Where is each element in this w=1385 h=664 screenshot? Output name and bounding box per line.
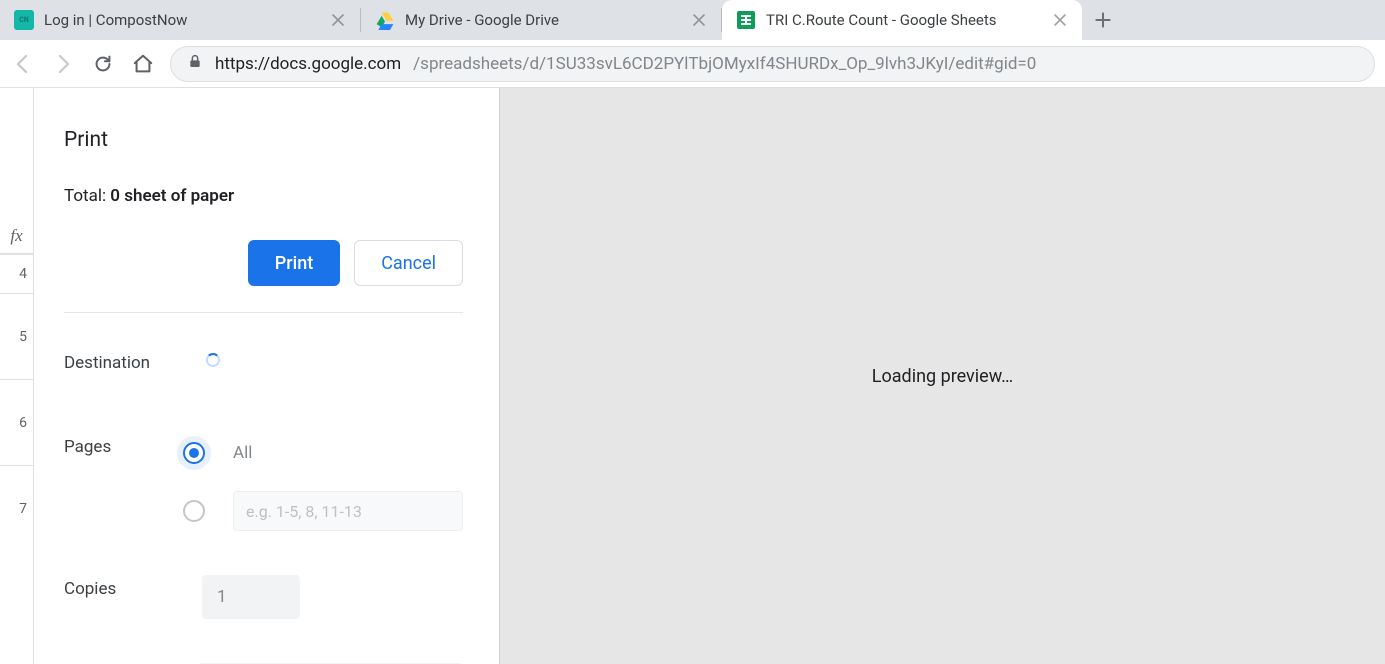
close-icon[interactable]	[330, 12, 346, 28]
print-preview-pane: Loading preview…	[500, 88, 1385, 664]
row-header[interactable]: 7	[0, 466, 33, 552]
radio-icon[interactable]	[183, 500, 205, 522]
close-icon[interactable]	[691, 12, 707, 28]
home-button[interactable]	[130, 51, 156, 77]
print-dialog-buttons: Print Cancel	[64, 240, 463, 313]
setting-pages: Pages All e.g. 1-5, 8, 11-13	[64, 373, 463, 531]
reload-button[interactable]	[90, 51, 116, 77]
forward-button[interactable]	[50, 51, 76, 77]
close-icon[interactable]	[1052, 12, 1068, 28]
back-button[interactable]	[10, 51, 36, 77]
radio-icon[interactable]	[183, 442, 205, 464]
address-bar[interactable]: https://docs.google.com/spreadsheets/d/1…	[170, 46, 1375, 82]
destination-label: Destination	[64, 349, 192, 373]
copies-label: Copies	[64, 575, 192, 599]
tab-title: Log in | CompostNow	[44, 11, 320, 29]
copies-input[interactable]: 1	[202, 575, 300, 619]
row-header[interactable]: 5	[0, 294, 33, 380]
tab-compostnow[interactable]: CN Log in | CompostNow	[0, 0, 360, 40]
url-path: /spreadsheets/d/1SU33svL6CD2PYlTbjOMyxIf…	[413, 54, 1036, 74]
url-host: https://docs.google.com	[215, 54, 401, 74]
print-dialog-panel: Print Total: 0 sheet of paper Print Canc…	[34, 88, 500, 664]
browser-toolbar: https://docs.google.com/spreadsheets/d/1…	[0, 40, 1385, 88]
print-button[interactable]: Print	[248, 240, 340, 286]
tab-gdrive[interactable]: My Drive - Google Drive	[361, 0, 721, 40]
print-total-line: Total: 0 sheet of paper	[64, 186, 463, 206]
favicon-gsheets	[736, 10, 756, 30]
total-value: 0 sheet of paper	[110, 186, 234, 206]
spreadsheet-row-gutter: fx 4 5 6 7	[0, 88, 34, 664]
setting-layout: Layout Portrait	[64, 619, 463, 664]
cancel-button[interactable]: Cancel	[354, 240, 463, 286]
favicon-gdrive	[375, 10, 395, 30]
tab-title: TRI C.Route Count - Google Sheets	[766, 11, 1042, 29]
pages-label: Pages	[64, 433, 173, 457]
setting-destination: Destination	[64, 313, 463, 373]
lock-icon	[187, 53, 203, 74]
pages-range-input[interactable]: e.g. 1-5, 8, 11-13	[233, 491, 463, 531]
browser-tabstrip: CN Log in | CompostNow My Drive - Google…	[0, 0, 1385, 40]
pages-option-all[interactable]: All	[183, 433, 463, 473]
row-header[interactable]: 6	[0, 380, 33, 466]
tab-gsheets[interactable]: TRI C.Route Count - Google Sheets	[722, 0, 1082, 40]
loading-spinner-icon	[206, 353, 220, 367]
destination-control	[202, 349, 463, 367]
print-dialog-title: Print	[64, 128, 463, 152]
pages-all-label: All	[233, 443, 252, 463]
formula-bar-fx: fx	[0, 218, 33, 254]
new-tab-button[interactable]	[1082, 0, 1124, 40]
row-header[interactable]: 4	[0, 254, 33, 294]
setting-copies: Copies 1	[64, 531, 463, 619]
preview-loading-text: Loading preview…	[872, 366, 1013, 387]
page-content: fx 4 5 6 7 Print Total: 0 sheet of paper…	[0, 88, 1385, 664]
tab-title: My Drive - Google Drive	[405, 11, 681, 29]
pages-option-range[interactable]: e.g. 1-5, 8, 11-13	[183, 491, 463, 531]
favicon-compostnow: CN	[14, 10, 34, 30]
total-label: Total:	[64, 186, 110, 206]
